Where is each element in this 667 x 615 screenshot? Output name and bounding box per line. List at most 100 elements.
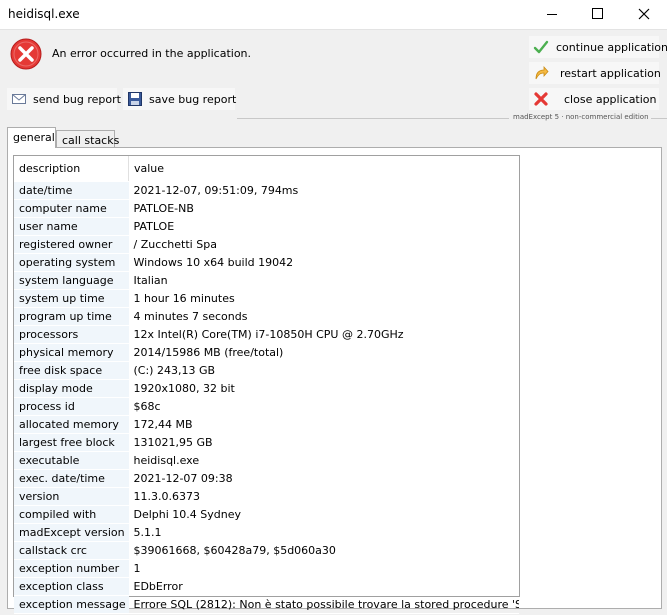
- info-grid[interactable]: description value date/time 2021-12-07, 0…: [13, 155, 520, 614]
- table-row[interactable]: operating system Windows 10 x64 build 190…: [14, 253, 519, 272]
- table-row[interactable]: physical memory 2014/15986 MB (free/total…: [14, 343, 519, 362]
- table-row[interactable]: madExcept version 5.1.1: [14, 523, 519, 542]
- row-description: madExcept version: [14, 523, 129, 542]
- tab-general[interactable]: general: [7, 127, 56, 148]
- send-bug-report-label: send bug report: [33, 93, 121, 106]
- row-description: executable: [14, 451, 129, 470]
- row-description: exception number: [14, 559, 129, 578]
- row-value: 1: [128, 559, 519, 578]
- window-close-button[interactable]: [621, 0, 667, 29]
- row-description: display mode: [14, 379, 129, 398]
- row-value: 11.3.0.6373: [128, 487, 519, 506]
- tab-panel: description value date/time 2021-12-07, 0…: [7, 147, 662, 614]
- restart-application-button[interactable]: restart application: [529, 62, 661, 84]
- title-bar: heidisql.exe: [0, 0, 667, 30]
- table-row[interactable]: computer name PATLOE-NB: [14, 199, 519, 218]
- row-description: exception message: [14, 595, 129, 614]
- row-value: 12x Intel(R) Core(TM) i7-10850H CPU @ 2.…: [128, 325, 519, 344]
- minimize-icon: [547, 14, 557, 15]
- row-description: callstack crc: [14, 541, 129, 560]
- save-bug-report-button[interactable]: save bug report: [123, 88, 237, 110]
- table-row[interactable]: date/time 2021-12-07, 09:51:09, 794ms: [14, 181, 519, 200]
- row-value: 2021-12-07 09:38: [128, 469, 519, 488]
- close-icon: [638, 8, 650, 20]
- row-value: Italian: [128, 271, 519, 290]
- row-description: allocated memory: [14, 415, 129, 434]
- table-row[interactable]: exception class EDbError: [14, 577, 519, 596]
- continue-application-button[interactable]: continue application: [529, 36, 667, 58]
- row-description: registered owner: [14, 235, 129, 254]
- row-value: 1 hour 16 minutes: [128, 289, 519, 308]
- row-description: exec. date/time: [14, 469, 129, 488]
- row-value: Errore SQL (2812): Non è stato possibile…: [128, 595, 519, 614]
- row-description: process id: [14, 397, 129, 416]
- table-row[interactable]: callstack crc $39061668, $60428a79, $5d06…: [14, 541, 519, 560]
- restart-arrow-icon: [535, 65, 549, 80]
- row-description: program up time: [14, 307, 129, 326]
- row-description: free disk space: [14, 361, 129, 380]
- check-icon: [533, 40, 549, 54]
- continue-application-label: continue application: [556, 41, 667, 54]
- row-value: / Zucchetti Spa: [128, 235, 519, 254]
- row-value: 172,44 MB: [128, 415, 519, 434]
- separator-line: [237, 118, 509, 119]
- row-description: operating system: [14, 253, 129, 272]
- row-value: 2014/15986 MB (free/total): [128, 343, 519, 362]
- column-header-description: description: [14, 156, 129, 182]
- table-row[interactable]: user name PATLOE: [14, 217, 519, 236]
- red-x-icon: [534, 92, 548, 106]
- row-value: 4 minutes 7 seconds: [128, 307, 519, 326]
- table-row[interactable]: allocated memory 172,44 MB: [14, 415, 519, 434]
- row-description: system language: [14, 271, 129, 290]
- maximize-icon: [592, 8, 603, 19]
- row-value: heidisql.exe: [128, 451, 519, 470]
- maximize-button[interactable]: [575, 0, 621, 29]
- row-value: (C:) 243,13 GB: [128, 361, 519, 380]
- row-description: date/time: [14, 181, 129, 200]
- save-bug-report-label: save bug report: [149, 93, 237, 106]
- table-row[interactable]: program up time 4 minutes 7 seconds: [14, 307, 519, 326]
- row-value: EDbError: [128, 577, 519, 596]
- row-value: 131021,95 GB: [128, 433, 519, 452]
- floppy-disk-icon: [128, 92, 142, 106]
- table-row[interactable]: registered owner / Zucchetti Spa: [14, 235, 519, 254]
- row-description: user name: [14, 217, 129, 236]
- row-description: processors: [14, 325, 129, 344]
- error-message: An error occurred in the application.: [52, 47, 252, 60]
- row-value: Windows 10 x64 build 19042: [128, 253, 519, 272]
- info-table: description value date/time 2021-12-07, 0…: [14, 156, 519, 614]
- table-row[interactable]: system up time 1 hour 16 minutes: [14, 289, 519, 308]
- error-icon: [10, 38, 42, 70]
- row-value: 1920x1080, 32 bit: [128, 379, 519, 398]
- row-value: PATLOE: [128, 217, 519, 236]
- row-value: Delphi 10.4 Sydney: [128, 505, 519, 524]
- table-row[interactable]: executable heidisql.exe: [14, 451, 519, 470]
- table-row[interactable]: largest free block 131021,95 GB: [14, 433, 519, 452]
- row-description: largest free block: [14, 433, 129, 452]
- table-row[interactable]: version 11.3.0.6373: [14, 487, 519, 506]
- brand-label: madExcept 5 · non-commercial edition: [513, 113, 649, 121]
- envelope-icon: [12, 94, 26, 104]
- row-description: system up time: [14, 289, 129, 308]
- row-value: $39061668, $60428a79, $5d060a30: [128, 541, 519, 560]
- table-row[interactable]: free disk space (C:) 243,13 GB: [14, 361, 519, 380]
- table-row[interactable]: processors 12x Intel(R) Core(TM) i7-10850…: [14, 325, 519, 344]
- table-row[interactable]: exec. date/time 2021-12-07 09:38: [14, 469, 519, 488]
- table-row[interactable]: compiled with Delphi 10.4 Sydney: [14, 505, 519, 524]
- table-row[interactable]: system language Italian: [14, 271, 519, 290]
- table-row[interactable]: display mode 1920x1080, 32 bit: [14, 379, 519, 398]
- table-row[interactable]: exception message Errore SQL (2812): Non …: [14, 595, 519, 614]
- separator-line-end: [651, 118, 667, 119]
- window-title: heidisql.exe: [8, 7, 80, 21]
- send-bug-report-button[interactable]: send bug report: [7, 88, 121, 110]
- row-description: exception class: [14, 577, 129, 596]
- table-row[interactable]: process id $68c: [14, 397, 519, 416]
- row-description: compiled with: [14, 505, 129, 524]
- column-header-value: value: [128, 156, 519, 182]
- row-description: physical memory: [14, 343, 129, 362]
- minimize-button[interactable]: [529, 0, 575, 29]
- table-row[interactable]: exception number 1: [14, 559, 519, 578]
- row-description: computer name: [14, 199, 129, 218]
- row-value: 2021-12-07, 09:51:09, 794ms: [128, 181, 519, 200]
- close-application-button[interactable]: close application: [529, 88, 659, 110]
